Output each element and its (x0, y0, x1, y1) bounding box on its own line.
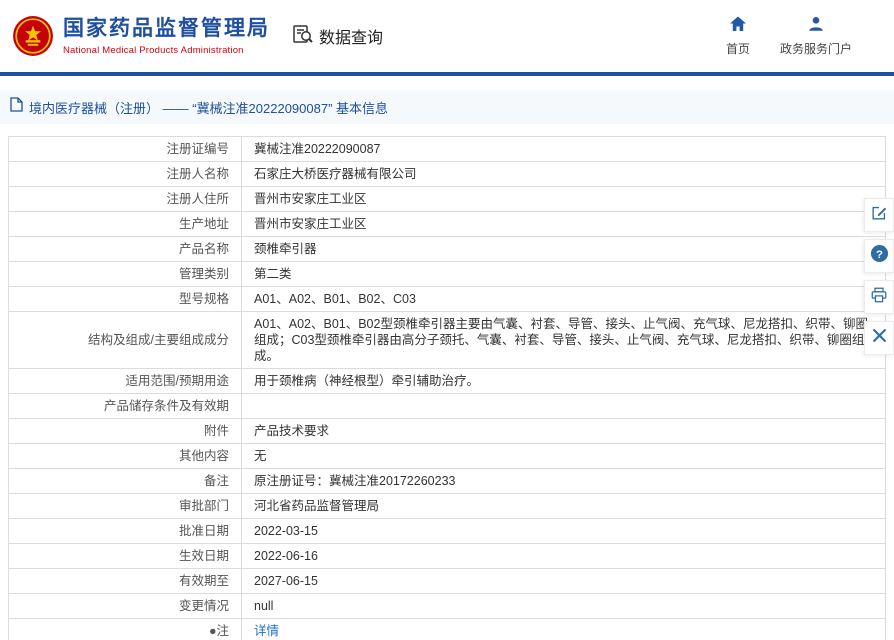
nav-item-label: 首页 (725, 42, 750, 56)
row-value: 用于颈椎病（神经根型）牵引辅助治疗。 (241, 368, 886, 394)
table-row: 其他内容无 (8, 443, 886, 469)
table-row: 型号规格 A01、A02、B01、B02、C03 (8, 286, 886, 312)
row-value: A01、A02、B01、B02型颈椎牵引器主要由气囊、衬套、导管、接头、止气阀、… (241, 311, 886, 369)
row-value: 2027-06-15 (241, 568, 886, 594)
registration-info-table: 注册证编号 冀械注准20222090087 注册人名称 石家庄大桥医疗器械有限公司 注册… (8, 136, 886, 640)
row-label: 附件 (8, 418, 242, 444)
row-label: 变更情况 (8, 593, 242, 619)
national-emblem-icon (12, 15, 54, 57)
edit-icon (870, 204, 888, 227)
row-value (241, 393, 886, 419)
org-title-en: National Medical Products Administration (63, 44, 244, 56)
help-icon: ? (870, 244, 889, 268)
table-row: 有效期至 2027-06-15 (8, 568, 886, 594)
nav-item-portal[interactable]: 政务服务门户 (780, 15, 852, 57)
row-label: 注册人名称 (8, 161, 242, 187)
table-row: 产品储存条件及有效期 (8, 393, 886, 419)
table-row: 适用范围/预期用途 用于颈椎病（神经根型）牵引辅助治疗。 (8, 368, 886, 394)
row-value: null (241, 593, 886, 619)
svg-text:?: ? (876, 249, 883, 261)
breadcrumb-text: 境内医疗器械（注册） —— “冀械注准20222090087” 基本信息 (29, 100, 389, 116)
row-value: 2022-03-15 (241, 518, 886, 544)
registration-info-section: 注册证编号 冀械注准20222090087 注册人名称 石家庄大桥医疗器械有限公司 注册… (0, 124, 894, 640)
row-label: 结构及组成/主要组成成分 (8, 311, 242, 369)
data-query-label: 数据查询 (319, 30, 384, 47)
row-label: 注册证编号 (8, 136, 242, 162)
header: 国家药品监督管理局 National Medical Products Admi… (0, 0, 894, 76)
table-row: 审批部门 河北省药品监督管理局 (8, 493, 886, 519)
header-nav: 首页 政务服务门户 (726, 15, 882, 57)
row-value: 石家庄大桥医疗器械有限公司 (241, 161, 886, 187)
table-row: 管理类别 第二类 (8, 261, 886, 287)
row-label: 备注 (8, 468, 242, 494)
nav-item-label: 政务服务门户 (779, 42, 852, 56)
edit-button[interactable] (864, 198, 894, 232)
row-value: 晋州市安家庄工业区 (241, 186, 886, 212)
table-row: 注册人名称 石家庄大桥医疗器械有限公司 (8, 161, 886, 187)
print-icon (870, 286, 888, 309)
table-row: 附件 产品技术要求 (8, 418, 886, 444)
row-value: 产品技术要求 (241, 418, 886, 444)
row-label: 其他内容 (8, 443, 242, 469)
row-label: 适用范围/预期用途 (8, 368, 242, 394)
row-label: ●注 (8, 618, 242, 640)
row-label: 生效日期 (8, 543, 242, 569)
user-icon (807, 15, 825, 36)
document-search-icon (292, 23, 314, 50)
document-icon (10, 97, 23, 117)
row-value: 第二类 (241, 261, 886, 287)
table-row: 注册人住所 晋州市安家庄工业区 (8, 186, 886, 212)
close-icon (872, 328, 887, 348)
row-label: 批准日期 (8, 518, 242, 544)
row-value: 原注册证号：冀械注准20172260233 (241, 468, 886, 494)
table-row: 变更情况 null (8, 593, 886, 619)
close-button[interactable] (864, 321, 894, 355)
row-label: 产品名称 (8, 236, 242, 262)
row-value: 2022-06-16 (241, 543, 886, 569)
table-row: 备注 原注册证号：冀械注准20172260233 (8, 468, 886, 494)
row-label: 产品储存条件及有效期 (8, 393, 242, 419)
row-label: 有效期至 (8, 568, 242, 594)
print-button[interactable] (864, 280, 894, 314)
side-toolbar: ? (864, 198, 894, 355)
row-label: 生产地址 (8, 211, 242, 237)
breadcrumb: 境内医疗器械（注册） —— “冀械注准20222090087” 基本信息 (0, 90, 894, 124)
detail-link[interactable]: 详情 (254, 624, 279, 638)
table-row: 批准日期 2022-03-15 (8, 518, 886, 544)
row-value: 河北省药品监督管理局 (241, 493, 886, 519)
row-label: 审批部门 (8, 493, 242, 519)
row-value: 无 (241, 443, 886, 469)
help-button[interactable]: ? (864, 239, 894, 273)
org-titles: 国家药品监督管理局 National Medical Products Admi… (63, 17, 270, 56)
row-value: 详情 (241, 618, 886, 640)
row-value: A01、A02、B01、B02、C03 (241, 286, 886, 312)
table-row: 生产地址 晋州市安家庄工业区 (8, 211, 886, 237)
org-title-cn: 国家药品监督管理局 (63, 16, 270, 40)
row-value: 晋州市安家庄工业区 (241, 211, 886, 237)
table-row: ●注 详情 (8, 618, 886, 640)
info-table-body: 注册证编号 冀械注准20222090087 注册人名称 石家庄大桥医疗器械有限公司 注册… (8, 136, 886, 640)
logo-block: 国家药品监督管理局 National Medical Products Admi… (12, 15, 270, 57)
row-value: 颈椎牵引器 (241, 236, 886, 262)
row-label: 注册人住所 (8, 186, 242, 212)
table-row: 结构及组成/主要组成成分 A01、A02、B01、B02型颈椎牵引器主要由气囊、衬… (8, 311, 886, 369)
row-label: 型号规格 (8, 286, 242, 312)
table-row: 注册证编号 冀械注准20222090087 (8, 136, 886, 162)
table-row: 生效日期 2022-06-16 (8, 543, 886, 569)
row-label: 管理类别 (8, 261, 242, 287)
table-row: 产品名称 颈椎牵引器 (8, 236, 886, 262)
row-value: 冀械注准20222090087 (241, 136, 886, 162)
home-icon (729, 15, 747, 36)
data-query-nav[interactable]: 数据查询 (292, 23, 383, 50)
nav-item-home[interactable]: 首页 (726, 15, 750, 57)
